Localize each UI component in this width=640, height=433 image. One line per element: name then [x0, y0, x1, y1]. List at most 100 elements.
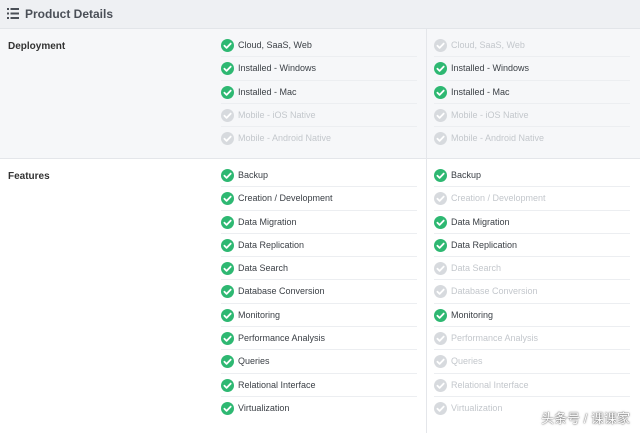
feature-row: Mobile - iOS Native [221, 104, 417, 128]
check-circle-disabled-icon [434, 192, 447, 206]
check-circle-icon [434, 169, 447, 182]
feature-label: Database Conversion [238, 286, 325, 297]
check-circle-disabled-icon [434, 378, 447, 392]
feature-label: Data Search [451, 263, 502, 274]
feature-label: Queries [238, 356, 270, 367]
check-circle-icon [221, 215, 234, 229]
feature-row: Monitoring [221, 304, 417, 328]
check-circle-icon [221, 62, 234, 76]
features-section: Features Backup Creation / Development Dat… [0, 159, 640, 433]
column-divider [426, 29, 427, 159]
feature-label: Installed - Mac [451, 86, 510, 97]
feature-row: Cloud, SaaS, Web [221, 34, 417, 58]
product-details-header: Product Details [0, 0, 640, 29]
feature-label: Virtualization [238, 402, 290, 413]
feature-row: Cloud, SaaS, Web [434, 34, 630, 58]
feature-row: Data Migration [221, 211, 417, 234]
feature-label: Mobile - Android Native [238, 133, 332, 144]
feature-row: Data Search [221, 257, 417, 281]
check-circle-disabled-icon [434, 285, 447, 299]
feature-row: Mobile - Android Native [221, 127, 417, 150]
feature-row: Data Replication [221, 234, 417, 258]
deployment-column-1: Cloud, SaaS, Web Installed - Windows Insta… [221, 34, 417, 150]
check-circle-icon [221, 39, 234, 52]
feature-row: Backup [434, 164, 630, 188]
feature-row: Installed - Windows [221, 57, 417, 81]
check-circle-disabled-icon [221, 132, 234, 146]
deployment-section: Deployment Cloud, SaaS, Web Installed - W… [0, 29, 640, 159]
check-circle-disabled-icon [434, 132, 447, 146]
feature-row: Installed - Windows [434, 57, 630, 81]
check-circle-disabled-icon [434, 355, 447, 369]
check-circle-disabled-icon [434, 262, 447, 276]
section-label-features: Features [8, 171, 50, 182]
feature-label: Data Migration [238, 216, 297, 227]
feature-row: Queries [221, 350, 417, 374]
section-label-deployment: Deployment [8, 41, 66, 52]
check-circle-icon [221, 401, 234, 415]
feature-label: Virtualization [451, 402, 503, 413]
feature-label: Cloud, SaaS, Web [451, 40, 525, 50]
feature-row: Queries [434, 350, 630, 374]
check-circle-disabled-icon [434, 332, 447, 346]
feature-label: Data Search [238, 263, 289, 274]
feature-row: Data Search [434, 257, 630, 281]
check-circle-icon [221, 238, 234, 252]
feature-row: Mobile - Android Native [434, 127, 630, 150]
check-circle-icon [434, 308, 447, 322]
feature-row: Mobile - iOS Native [434, 104, 630, 128]
feature-row: Performance Analysis [221, 327, 417, 351]
feature-label: Cloud, SaaS, Web [238, 40, 312, 50]
check-circle-icon [221, 262, 234, 276]
page-title: Product Details [25, 7, 114, 21]
check-circle-icon [434, 215, 447, 229]
feature-label: Database Conversion [451, 286, 538, 297]
check-circle-icon [221, 378, 234, 392]
features-column-2: Backup Creation / Development Data Migrati… [434, 164, 630, 420]
feature-label: Data Replication [238, 239, 305, 250]
feature-label: Performance Analysis [451, 333, 539, 344]
check-circle-icon [221, 169, 234, 182]
feature-row: Monitoring [434, 304, 630, 328]
column-divider [426, 159, 427, 433]
feature-label: Monitoring [238, 309, 281, 320]
check-circle-disabled-icon [434, 39, 447, 52]
feature-row: Virtualization [221, 397, 417, 420]
feature-label: Mobile - iOS Native [238, 109, 316, 120]
feature-row: Database Conversion [434, 280, 630, 304]
check-circle-icon [221, 355, 234, 369]
deployment-column-2: Cloud, SaaS, Web Installed - Windows Insta… [434, 34, 630, 150]
feature-label: Creation / Development [451, 193, 546, 204]
feature-label: Relational Interface [451, 379, 529, 390]
feature-row: Installed - Mac [221, 81, 417, 104]
check-circle-icon [434, 85, 447, 99]
feature-label: Relational Interface [238, 379, 316, 390]
feature-label: Installed - Windows [451, 63, 530, 74]
check-circle-icon [221, 332, 234, 346]
check-circle-icon [221, 308, 234, 322]
feature-label: Mobile - iOS Native [451, 109, 529, 120]
check-circle-icon [221, 285, 234, 299]
check-circle-icon [221, 85, 234, 99]
watermark: 头条号 / 课课家 [541, 411, 630, 426]
feature-label: Performance Analysis [238, 333, 326, 344]
check-circle-icon [434, 238, 447, 252]
feature-row: Data Migration [434, 211, 630, 234]
list-icon [7, 8, 19, 19]
feature-row: Creation / Development [434, 187, 630, 211]
feature-label: Backup [451, 170, 482, 180]
feature-row: Performance Analysis [434, 327, 630, 351]
check-circle-disabled-icon [434, 401, 447, 415]
feature-row: Installed - Mac [434, 81, 630, 104]
feature-label: Monitoring [451, 309, 494, 320]
feature-row: Database Conversion [221, 280, 417, 304]
feature-label: Queries [451, 356, 483, 367]
feature-label: Backup [238, 170, 269, 180]
feature-row: Creation / Development [221, 187, 417, 211]
feature-row: Relational Interface [434, 374, 630, 397]
feature-label: Mobile - Android Native [451, 133, 545, 144]
feature-label: Installed - Windows [238, 63, 317, 74]
check-circle-disabled-icon [434, 108, 447, 122]
feature-label: Data Replication [451, 239, 518, 250]
check-circle-disabled-icon [221, 108, 234, 122]
